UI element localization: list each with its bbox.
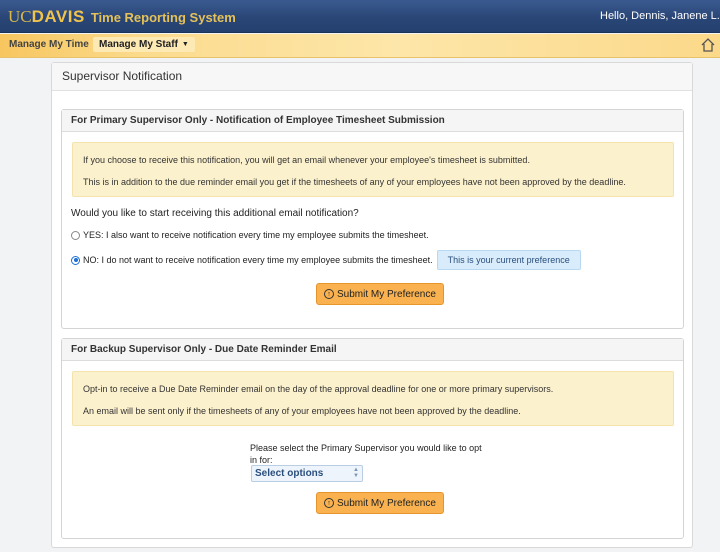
- backup-submit-preference-label: Submit My Preference: [337, 497, 436, 509]
- backup-submit-preference-button[interactable]: ↑ Submit My Preference: [316, 492, 444, 514]
- primary-supervisor-select[interactable]: Select options ▲ ▼: [251, 465, 363, 482]
- user-greeting: Hello, Dennis, Janene L. (1023: [600, 10, 720, 22]
- select-value: Select options: [255, 468, 324, 479]
- arrow-up-circle-icon: ↑: [324, 289, 334, 299]
- nav-manage-my-staff[interactable]: Manage My Staff ▼: [93, 37, 195, 52]
- yes-option-row[interactable]: YES: I also want to receive notification…: [71, 230, 429, 240]
- primary-supervisor-select-label: Please select the Primary Supervisor you…: [250, 443, 482, 465]
- submit-preference-button[interactable]: ↑ Submit My Preference: [316, 283, 444, 305]
- page-title: Supervisor Notification: [52, 63, 692, 91]
- primary-note-line-1: If you choose to receive this notificati…: [83, 155, 530, 165]
- no-option-row[interactable]: NO: I do not want to receive notificatio…: [71, 250, 581, 270]
- submit-preference-label: Submit My Preference: [337, 288, 436, 300]
- app-title: Time Reporting System: [90, 10, 236, 25]
- current-preference-badge: This is your current preference: [436, 250, 581, 270]
- caret-down-icon: ▼: [181, 41, 189, 48]
- app-brand[interactable]: UCDAVIS Time Reporting System: [8, 7, 236, 27]
- no-radio[interactable]: [71, 255, 80, 265]
- primary-note-line-2: This is in addition to the due reminder …: [83, 177, 626, 187]
- arrow-up-circle-icon: ↑: [324, 498, 334, 508]
- yes-radio[interactable]: [71, 230, 80, 240]
- notification-question: Would you like to start receiving this a…: [71, 208, 359, 219]
- backup-note-line-2: An email will be sent only if the timesh…: [83, 406, 521, 416]
- select-arrows-icon: ▲ ▼: [353, 467, 359, 479]
- backup-supervisor-section: For Backup Supervisor Only - Due Date Re…: [61, 338, 684, 539]
- brand-uc: UC: [8, 7, 32, 26]
- backup-note-line-1: Opt-in to receive a Due Date Reminder em…: [83, 384, 554, 394]
- primary-section-heading: For Primary Supervisor Only - Notificati…: [62, 110, 683, 132]
- yes-option-label[interactable]: YES: I also want to receive notification…: [83, 230, 429, 240]
- nav-manage-my-time[interactable]: Manage My Time▼: [9, 39, 100, 50]
- top-header: UCDAVIS Time Reporting System Hello, Denn…: [0, 0, 720, 33]
- nav-manage-my-staff-label: Manage My Staff: [99, 39, 178, 50]
- primary-info-note: If you choose to receive this notificati…: [72, 142, 674, 197]
- backup-section-heading: For Backup Supervisor Only - Due Date Re…: [62, 339, 683, 361]
- backup-info-note: Opt-in to receive a Due Date Reminder em…: [72, 371, 674, 426]
- nav-manage-my-time-label: Manage My Time: [9, 39, 89, 50]
- no-option-label[interactable]: NO: I do not want to receive notificatio…: [83, 255, 433, 265]
- brand-davis: DAVIS: [31, 7, 85, 26]
- supervisor-notification-panel: Supervisor Notification For Primary Supe…: [51, 62, 693, 548]
- main-nav: Manage My Time▼ Manage My Staff▼: [0, 34, 720, 58]
- primary-supervisor-section: For Primary Supervisor Only - Notificati…: [61, 109, 684, 329]
- home-icon[interactable]: [700, 37, 716, 53]
